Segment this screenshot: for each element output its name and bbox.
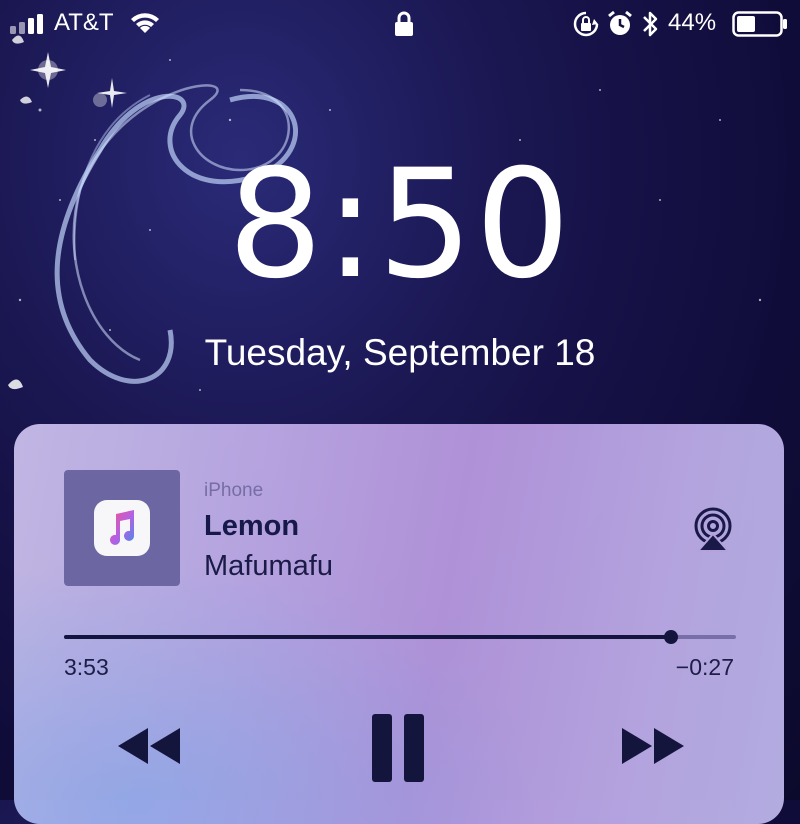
pause-icon[interactable] <box>370 712 430 784</box>
music-app-icon <box>94 500 150 556</box>
status-bar: AT&T 44% <box>0 0 800 48</box>
album-artwork[interactable] <box>64 470 180 586</box>
scrubber-progress <box>64 635 672 639</box>
lock-icon <box>395 11 413 36</box>
fast-forward-icon[interactable] <box>618 724 688 768</box>
airplay-icon[interactable] <box>690 506 736 552</box>
playback-scrubber[interactable] <box>64 629 736 645</box>
rotation-lock-icon <box>573 11 599 37</box>
bluetooth-icon <box>643 11 658 37</box>
rewind-icon[interactable] <box>114 724 184 768</box>
elapsed-time: 3:53 <box>64 654 109 680</box>
song-artist: Mafumafu <box>204 550 333 582</box>
playback-source: iPhone <box>204 480 264 501</box>
scrubber-handle[interactable] <box>664 630 679 644</box>
wifi-icon <box>131 13 159 33</box>
lock-screen-time: 8:50 <box>0 150 800 300</box>
carrier-label: AT&T <box>54 9 114 36</box>
alarm-icon <box>608 10 632 35</box>
song-title: Lemon <box>204 510 300 542</box>
remaining-time: −0:27 <box>675 654 734 680</box>
battery-percent: 44% <box>668 9 717 36</box>
lock-screen-date: Tuesday, September 18 <box>204 332 596 373</box>
time-text: 8:50 <box>227 138 573 312</box>
now-playing-widget[interactable]: iPhone Lemon Mafumafu 3:53 −0:27 <box>14 424 784 824</box>
signal-icon <box>10 12 48 34</box>
battery-icon <box>732 11 787 37</box>
